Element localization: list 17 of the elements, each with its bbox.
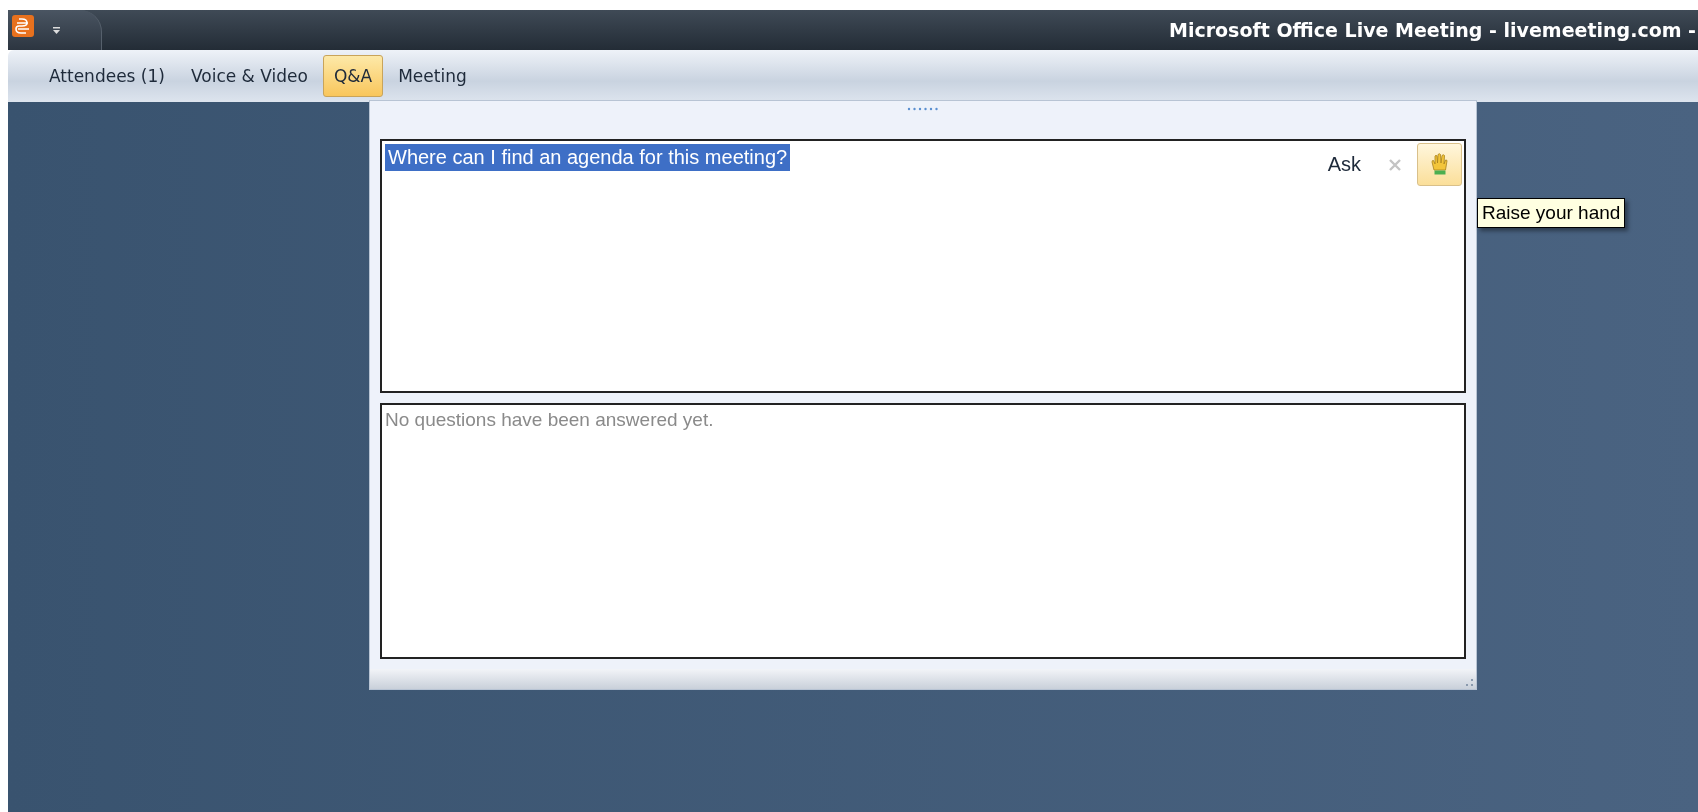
window-title: Microsoft Office Live Meeting - livemeeting.com - xyxy=(1169,19,1697,41)
question-field[interactable]: Where can I find an agenda for this meeting? Ask xyxy=(380,139,1466,393)
dropdown-icon[interactable] xyxy=(52,25,61,35)
ask-button[interactable]: Ask xyxy=(1327,153,1361,176)
raise-hand-button[interactable] xyxy=(1417,143,1462,186)
resize-grip-icon[interactable] xyxy=(1466,679,1474,687)
tab[interactable]: Q&A xyxy=(322,55,384,97)
hand-icon xyxy=(1428,151,1451,178)
question-text: Where can I find an agenda for this meeting? xyxy=(385,144,791,171)
tooltip: Raise your hand xyxy=(1477,198,1626,228)
empty-message: No questions have been answered yet. xyxy=(385,409,714,430)
tab[interactable]: Meeting xyxy=(387,55,478,97)
close-icon[interactable] xyxy=(1387,156,1403,173)
app-logo-icon[interactable] xyxy=(12,15,34,37)
tab[interactable]: Voice & Video xyxy=(179,55,319,97)
tab[interactable]: Attendees (1) xyxy=(38,55,176,97)
drag-handle-icon[interactable] xyxy=(907,107,939,111)
